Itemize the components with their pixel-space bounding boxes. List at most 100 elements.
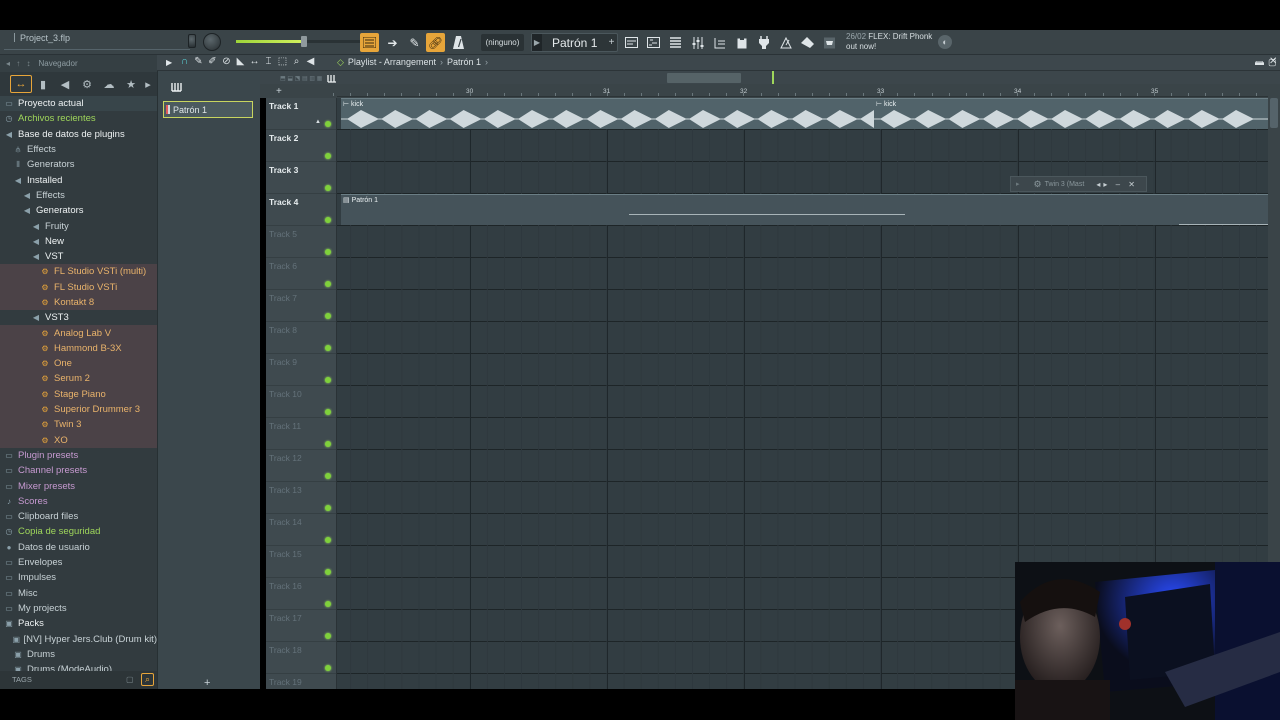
footer-box-icon[interactable]: ▢ xyxy=(126,675,134,684)
browser-item[interactable]: ⚙ Stage Piano xyxy=(0,386,157,402)
track-name[interactable]: Track 1 xyxy=(269,101,298,111)
browser-item[interactable]: ▭ Channel presets xyxy=(0,463,157,478)
browser-item[interactable]: ⚙ FL Studio VSTi (multi) xyxy=(0,264,157,280)
breadcrumb-pattern[interactable]: Patrón 1 xyxy=(447,57,481,67)
track-header[interactable]: Track 10 xyxy=(266,386,336,418)
piano-roll-icon[interactable] xyxy=(644,33,663,52)
zoom-tool-icon[interactable]: ⌕ xyxy=(291,56,302,67)
pattern-mode-select[interactable]: (ninguno) xyxy=(481,34,524,51)
track-name[interactable]: Track 4 xyxy=(269,197,298,207)
browser-plugin-icon[interactable]: ⚙ xyxy=(76,75,98,93)
clipboard-icon[interactable] xyxy=(732,33,751,52)
track-header[interactable]: Track 15 xyxy=(266,546,336,578)
browser-item[interactable]: ◀ New xyxy=(0,234,157,249)
track-enable-led[interactable] xyxy=(325,345,331,351)
picker-item-pattern[interactable]: Patrón 1 xyxy=(163,101,253,118)
browser-item[interactable]: ▭ Mixer presets xyxy=(0,478,157,493)
metronome-icon[interactable] xyxy=(449,33,468,52)
browser-all-icon[interactable]: ↔ xyxy=(10,75,32,93)
horizontal-scroll-thumb[interactable] xyxy=(667,73,741,83)
browser-item[interactable]: ● Datos de usuario xyxy=(0,540,157,555)
browser-item[interactable]: ⚙ Twin 3 xyxy=(0,417,157,433)
playlist-options-icon[interactable]: ▶ xyxy=(166,58,172,67)
pattern-arrow-icon[interactable]: ▶ xyxy=(532,34,542,51)
browser-item[interactable]: ⫴ Generators xyxy=(0,157,157,172)
touch-keyboard-icon[interactable] xyxy=(798,33,817,52)
browser-file-icon[interactable]: ▮ xyxy=(32,75,54,93)
browser-item[interactable]: ◀ Effects xyxy=(0,188,157,203)
select-tool-icon[interactable]: ⬚ xyxy=(277,56,288,67)
track-name[interactable]: Track 2 xyxy=(269,133,298,143)
track-enable-led[interactable] xyxy=(325,281,331,287)
track-name[interactable]: Track 5 xyxy=(269,229,297,239)
track-header[interactable]: Track 17 xyxy=(266,610,336,642)
pattern-selector[interactable]: ▶ Patrón 1 + xyxy=(531,33,618,52)
browser-item[interactable]: ⚙ Analog Lab V xyxy=(0,325,157,341)
track-header[interactable]: Track 1 ▲ xyxy=(266,98,336,130)
timeline-ruler[interactable]: 30 31 32 33 34 35 xyxy=(333,84,1268,97)
play-pattern-icon[interactable]: ◇ xyxy=(337,57,344,67)
track-enable-led[interactable] xyxy=(325,153,331,159)
browser-item[interactable]: ▭ Impulses xyxy=(0,570,157,585)
track-enable-led[interactable] xyxy=(325,505,331,511)
playback-tool-icon[interactable]: ◀ xyxy=(305,56,316,67)
track-name[interactable]: Track 11 xyxy=(269,421,301,431)
track-header[interactable]: Track 9 xyxy=(266,354,336,386)
track-enable-led[interactable] xyxy=(325,473,331,479)
delete-tool-icon[interactable]: ⊘ xyxy=(221,56,232,67)
news-panel[interactable]: 26/02 FLEX: Drift Phonk out now! xyxy=(846,32,932,52)
playlist-icon[interactable] xyxy=(622,33,641,52)
browser-item[interactable]: ▭ My projects xyxy=(0,601,157,616)
track-header[interactable]: Track 18 xyxy=(266,642,336,674)
add-pattern-icon[interactable]: + xyxy=(606,37,617,48)
browser-item[interactable]: ▭ Plugin presets xyxy=(0,448,157,463)
track-enable-led[interactable] xyxy=(325,313,331,319)
arrow-right-icon[interactable]: ➔ xyxy=(383,33,402,52)
track-header[interactable]: Track 6 xyxy=(266,258,336,290)
playlist-minimize-icon[interactable]: ▭ xyxy=(1255,57,1264,68)
track-enable-led[interactable] xyxy=(325,377,331,383)
mixer-icon[interactable] xyxy=(688,33,707,52)
playlist-close-icon[interactable]: ✕ xyxy=(1269,56,1277,67)
track-name[interactable]: Track 16 xyxy=(269,581,302,591)
mute-tool-icon[interactable]: ◣ xyxy=(235,56,246,67)
track-header[interactable]: Track 3 xyxy=(266,162,336,194)
browser-audio-icon[interactable]: ◀ xyxy=(54,75,76,93)
twin3-plugin-window[interactable]: ▸ ⚙ Twin 3 (Mast ◂▸ ‒ ✕ xyxy=(1010,176,1147,192)
add-clip-icon[interactable]: + xyxy=(204,677,210,689)
browser-item[interactable]: ⫛ Effects xyxy=(0,142,157,157)
pattern-song-mode-button[interactable] xyxy=(360,33,379,52)
master-volume-thumb[interactable] xyxy=(301,36,308,47)
track-enable-led[interactable] xyxy=(325,633,331,639)
track-enable-led[interactable] xyxy=(325,217,331,223)
track-name[interactable]: Track 13 xyxy=(269,485,302,495)
track-enable-led[interactable] xyxy=(325,185,331,191)
browser-item[interactable]: ⚙ FL Studio VSTi xyxy=(0,279,157,295)
tempo-tapper-icon[interactable] xyxy=(776,33,795,52)
track-name[interactable]: Track 3 xyxy=(269,165,298,175)
track-name[interactable]: Track 14 xyxy=(269,517,302,527)
browser-nav-arrows-icon[interactable]: ◂ ↑ ↕ xyxy=(6,59,32,68)
track-enable-led[interactable] xyxy=(325,537,331,543)
browser-item[interactable]: ♪ Scores xyxy=(0,494,157,509)
browser-item[interactable]: ◀ Generators xyxy=(0,203,157,218)
master-pitch-knob[interactable] xyxy=(203,33,221,51)
track-enable-led[interactable] xyxy=(325,601,331,607)
browser-item[interactable]: ⚙ Superior Drummer 3 xyxy=(0,401,157,418)
browser-item[interactable]: ◀ Installed xyxy=(0,172,157,187)
playhead-marker[interactable] xyxy=(772,71,774,84)
browser-item[interactable]: ▭ Misc xyxy=(0,586,157,601)
track-collapse-icon[interactable]: ▲ xyxy=(315,119,321,125)
track-header[interactable]: Track 2 xyxy=(266,130,336,162)
track-name[interactable]: Track 6 xyxy=(269,261,297,271)
playlist-menu-icon[interactable] xyxy=(171,82,182,95)
browser-item[interactable]: ◀ Base de datos de plugins xyxy=(0,127,157,142)
track-name[interactable]: Track 7 xyxy=(269,293,297,303)
track-enable-led[interactable] xyxy=(325,569,331,575)
track-name[interactable]: Track 10 xyxy=(269,389,302,399)
browser-item[interactable]: ▣ Packs xyxy=(0,616,157,631)
browser-item[interactable]: ⚙ Serum 2 xyxy=(0,371,157,387)
track-name[interactable]: Track 15 xyxy=(269,549,302,559)
shop-cart-icon[interactable] xyxy=(820,33,839,52)
track-name[interactable]: Track 8 xyxy=(269,325,297,335)
